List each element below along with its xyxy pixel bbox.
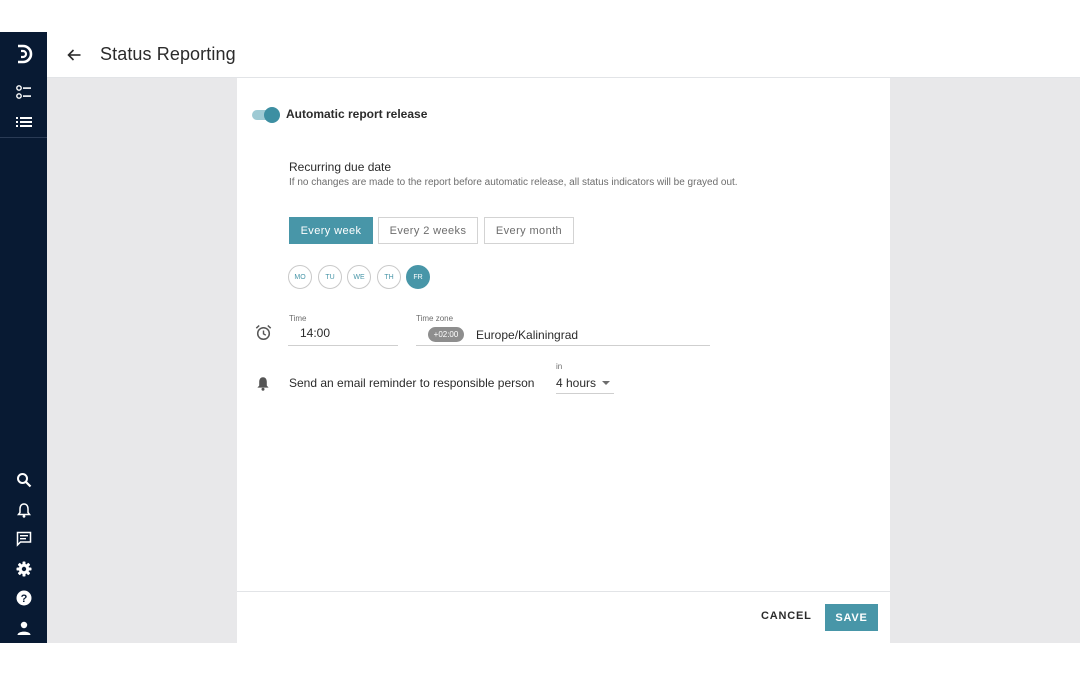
time-input[interactable]: 14:00 <box>288 326 398 346</box>
comment-icon[interactable] <box>0 525 47 553</box>
day-thursday[interactable]: TH <box>377 265 401 289</box>
page-header: Status Reporting <box>47 32 1080 78</box>
main-area: Automatic report release Recurring due d… <box>47 78 1080 643</box>
card-footer: CANCEL SAVE <box>237 591 890 643</box>
day-tuesday[interactable]: TU <box>318 265 342 289</box>
timezone-label: Time zone <box>416 314 454 323</box>
help-icon[interactable]: ? <box>0 584 47 612</box>
frequency-every-2-weeks-button[interactable]: Every 2 weeks <box>378 217 478 244</box>
reminder-duration-select[interactable]: 4 hours <box>556 376 614 394</box>
logo-icon[interactable] <box>0 40 47 68</box>
arrow-left-icon <box>67 49 81 61</box>
cancel-button[interactable]: CANCEL <box>761 610 812 622</box>
timezone-offset-badge: +02:00 <box>428 327 464 342</box>
app-window: ? Status Reporting Automatic report rele… <box>0 32 1080 643</box>
section-description: If no changes are made to the report bef… <box>289 177 738 188</box>
toggle-thumb <box>264 107 280 123</box>
automatic-release-toggle[interactable] <box>252 107 280 123</box>
timezone-name: Europe/Kaliningrad <box>476 328 579 342</box>
checklist-icon[interactable] <box>0 78 47 106</box>
day-monday[interactable]: MO <box>288 265 312 289</box>
settings-card: Automatic report release Recurring due d… <box>237 78 890 643</box>
toggle-label: Automatic report release <box>286 107 428 121</box>
bell-icon <box>254 374 272 392</box>
user-icon[interactable] <box>0 614 47 642</box>
reminder-in-label: in <box>556 362 563 371</box>
caret-down-icon <box>602 381 610 385</box>
alarm-clock-icon <box>254 323 272 341</box>
frequency-every-month-button[interactable]: Every month <box>484 217 574 244</box>
save-button[interactable]: SAVE <box>825 604 878 631</box>
list-icon[interactable] <box>0 108 47 136</box>
sidebar: ? <box>0 32 47 643</box>
page-title: Status Reporting <box>100 44 236 64</box>
back-button[interactable] <box>63 44 85 66</box>
search-icon[interactable] <box>0 466 47 494</box>
day-friday[interactable]: FR <box>406 265 430 289</box>
reminder-label: Send an email reminder to responsible pe… <box>289 376 535 390</box>
gear-icon[interactable] <box>0 555 47 583</box>
time-label: Time <box>289 314 307 323</box>
reminder-duration-value: 4 hours <box>556 376 597 390</box>
section-title: Recurring due date <box>289 160 392 174</box>
svg-text:?: ? <box>20 593 27 605</box>
timezone-input[interactable]: +02:00 Europe/Kaliningrad <box>416 326 710 346</box>
sidebar-divider <box>0 137 47 138</box>
frequency-every-week-button[interactable]: Every week <box>289 217 373 244</box>
bell-icon[interactable] <box>0 496 47 524</box>
day-wednesday[interactable]: WE <box>347 265 371 289</box>
